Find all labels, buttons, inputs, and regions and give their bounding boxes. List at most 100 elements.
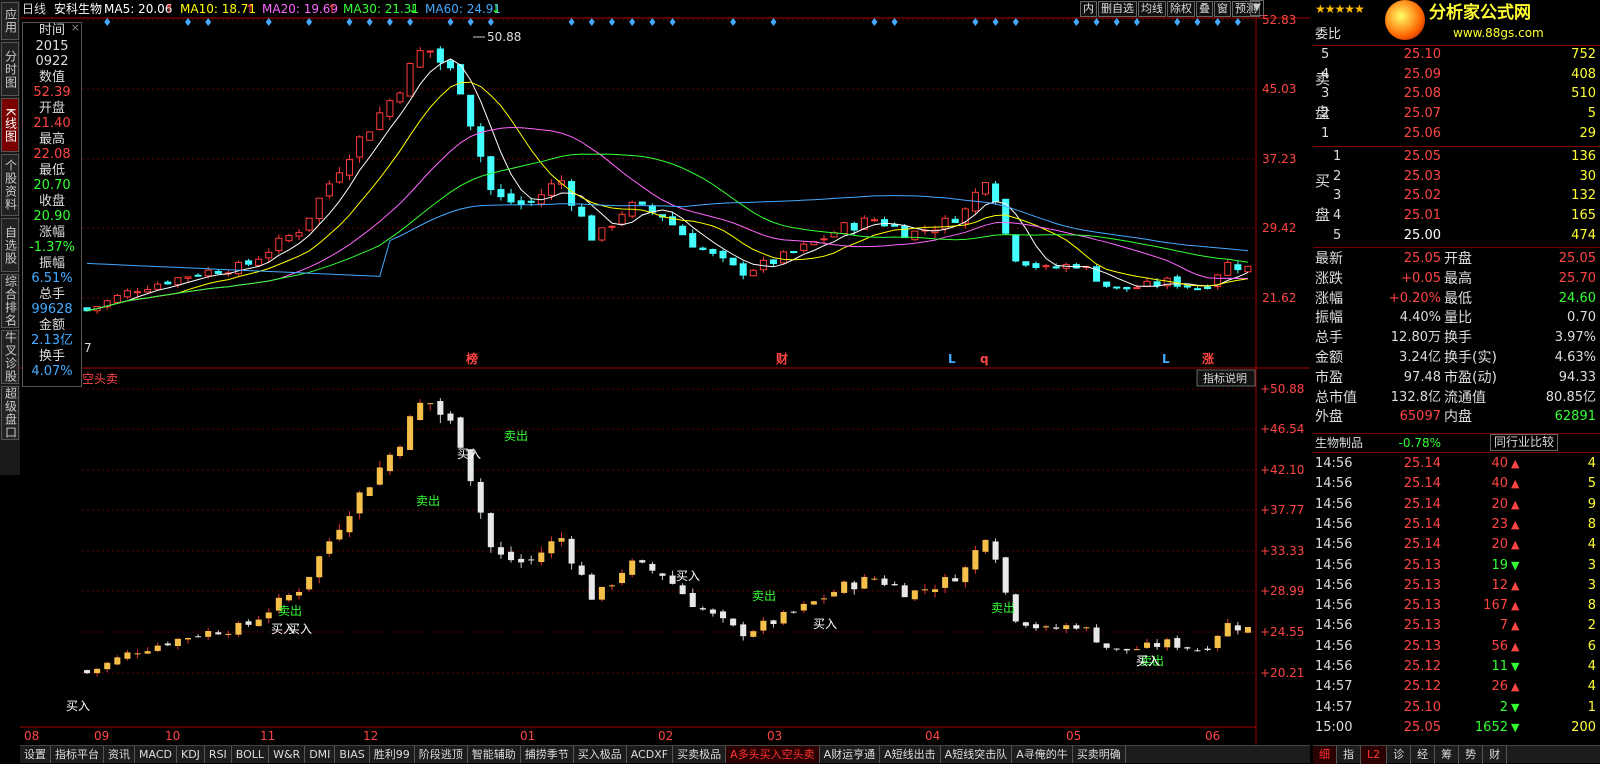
panel-tab-5[interactable]: 筹 [1435, 746, 1460, 764]
indicator-tab-21[interactable]: A寻俺的牛 [1012, 746, 1073, 763]
svg-text:指标说明: 指标说明 [1203, 371, 1247, 385]
ind-body [497, 547, 504, 555]
panel-tab-2[interactable]: L2 [1361, 746, 1388, 764]
indicator-tab-16[interactable]: 买卖极品 [673, 746, 727, 763]
vtab-0[interactable]: 应用 [1, 2, 19, 40]
ind-body [174, 638, 181, 647]
ind-body [639, 560, 646, 563]
arrow-up-icon: ▲ [1511, 517, 1520, 531]
vtab-7[interactable]: 超级盘口 [1, 386, 19, 440]
indicator-tab-14[interactable]: 买入极品 [574, 746, 627, 763]
indicator-tab-3[interactable]: MACD [135, 746, 177, 763]
indicator-tab-11[interactable]: 阶段逃顶 [415, 746, 468, 763]
tick-volume: 20 [1491, 496, 1508, 512]
quote-value: +0.20% [1388, 290, 1441, 306]
ind-body [94, 668, 101, 674]
indicator-tab-15[interactable]: ACDXF [627, 746, 674, 763]
tick-price: 25.05 [1403, 719, 1441, 735]
ind-body [730, 618, 737, 626]
indicator-tab-5[interactable]: RSI [205, 746, 232, 763]
event-marker[interactable]: L [948, 352, 956, 366]
vtab-5[interactable]: 综合排名 [1, 274, 19, 328]
ind-body [608, 585, 616, 587]
vtab-1[interactable]: 分时图 [1, 42, 19, 96]
tick-time: 15:00 [1315, 719, 1353, 735]
ind-body [568, 538, 575, 564]
indicator-tab-0[interactable]: 设置 [20, 746, 51, 763]
quote-label: 最新 [1315, 251, 1343, 267]
indicator-tab-19[interactable]: A短线出击 [880, 746, 941, 763]
tick-time: 14:56 [1315, 638, 1353, 654]
ind-body [1093, 627, 1100, 643]
indicator-tab-1[interactable]: 指标平台 [51, 746, 104, 763]
signal-label: 卖出 [504, 429, 528, 443]
diamond-icon [205, 18, 212, 26]
buy-price: 25.05 [1403, 149, 1441, 164]
ma30-line [86, 153, 1249, 312]
tick-count: 6 [1587, 638, 1596, 654]
cursor-info-panel: 时间 2015 0922 数值 52.39 开盘 21.40 最高 22.08 最低 20.70 收盘… [22, 20, 82, 387]
panel-tab-0[interactable]: 细 [1313, 746, 1337, 764]
vtab-6[interactable]: 牛叉诊股 [1, 330, 19, 384]
indicator-tab-22[interactable]: 买卖明确 [1073, 746, 1126, 763]
compare-button[interactable]: 同行业比较 [1490, 434, 1559, 451]
month-label: 01 [520, 729, 535, 743]
candle-body [133, 291, 142, 294]
vtab-2[interactable]: K线图 [1, 98, 19, 152]
indicator-tab-8[interactable]: DMI [305, 746, 336, 763]
ind-body [1133, 649, 1140, 651]
event-marker[interactable]: L [1162, 352, 1170, 366]
ind-body [184, 637, 192, 640]
diamond-icon [649, 18, 656, 26]
ind-body [740, 624, 747, 637]
main-price-label: 37.23 [1262, 152, 1296, 166]
indicator-tab-10[interactable]: 胜利99 [370, 746, 415, 763]
candle-body [1143, 280, 1151, 287]
tick-volume: 40 [1491, 476, 1508, 492]
info-value: 52.39 [33, 85, 71, 100]
vtab-4[interactable]: 自选股 [1, 218, 19, 272]
panel-tab-3[interactable]: 诊 [1387, 746, 1412, 764]
sell-level: 3 [1321, 86, 1330, 102]
tick-volume: 56 [1491, 638, 1508, 654]
ind-body [770, 620, 777, 625]
diamond-icon [265, 18, 272, 26]
candle-body [881, 219, 889, 227]
sell-label-2: 盘 [1315, 104, 1331, 122]
main-price-label: 45.03 [1262, 82, 1296, 96]
buy-volume: 136 [1571, 149, 1596, 164]
indicator-tab-13[interactable]: 捕捞季节 [521, 746, 574, 763]
vtab-3[interactable]: 个股资料 [1, 154, 19, 216]
candle-body [285, 235, 293, 242]
candle-body [265, 251, 273, 259]
indicator-tab-20[interactable]: A短线突击队 [941, 746, 1013, 763]
month-label: 05 [1066, 729, 1081, 743]
indicator-tab-6[interactable]: BOLL [232, 746, 270, 763]
buy-price: 25.00 [1403, 227, 1441, 243]
indicator-tab-18[interactable]: A财运亨通 [820, 746, 881, 763]
ind-body [84, 670, 91, 674]
event-marker[interactable]: q [980, 352, 989, 366]
ind-body [104, 662, 111, 670]
indicator-tab-12[interactable]: 智能辅助 [468, 746, 521, 763]
ind-body [1002, 557, 1009, 593]
close-icon[interactable]: × [71, 20, 80, 36]
indicator-tab-7[interactable]: W&R [269, 746, 306, 763]
panel-tab-7[interactable]: 财 [1483, 746, 1508, 764]
event-marker[interactable]: 财 [775, 351, 788, 366]
panel-tab-4[interactable]: 经 [1411, 746, 1436, 764]
indicator-tab-4[interactable]: KDJ [177, 746, 205, 763]
event-marker[interactable]: 涨 [1202, 351, 1214, 366]
signal-diamond-row [104, 18, 1241, 26]
panel-tab-6[interactable]: 势 [1459, 746, 1484, 764]
candle-body [850, 222, 858, 231]
diamond-icon [568, 18, 575, 26]
candle-body [820, 238, 828, 241]
tick-volume: 12 [1491, 577, 1508, 593]
panel-tab-1[interactable]: 指 [1337, 746, 1361, 764]
kline-chart-area[interactable]: 52.83 45.03 37.23 29.42 21.62 +50.88 +46.54 +42… [20, 0, 1310, 745]
event-marker[interactable]: 榜 [466, 351, 478, 366]
indicator-tab-17[interactable]: A多头买入空头卖 [726, 746, 820, 763]
indicator-tab-9[interactable]: BIAS [335, 746, 370, 763]
indicator-tab-2[interactable]: 资讯 [104, 746, 135, 763]
